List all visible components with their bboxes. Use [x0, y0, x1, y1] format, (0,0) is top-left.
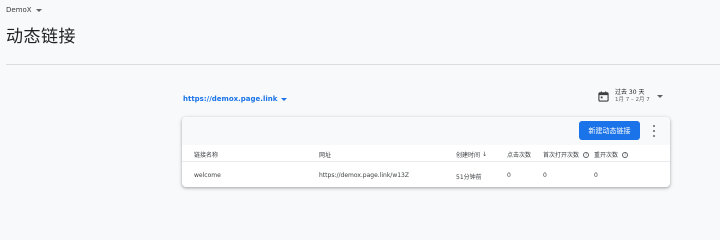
- new-dynamic-link-button[interactable]: 新建动态链接: [579, 121, 640, 140]
- project-name: DemoX: [6, 6, 32, 14]
- chevron-down-icon: [281, 97, 288, 101]
- page-title: 动态链接: [6, 27, 76, 47]
- domain-select[interactable]: https://demox.page.link: [183, 95, 288, 103]
- cell-first-opens: 0: [543, 172, 547, 179]
- column-header-clicks: 点击次数: [507, 150, 531, 159]
- date-range-label: 过去 30 天: [615, 89, 645, 96]
- date-range-text: 过去 30 天 1月 7 – 2月 7: [615, 89, 650, 104]
- column-header-label: 点击次数: [507, 152, 532, 159]
- column-header-created[interactable]: 创建时间 ↓: [456, 150, 487, 159]
- column-header-label: 首次打开次数: [543, 152, 580, 159]
- help-icon[interactable]: ?: [622, 151, 629, 158]
- column-header-first-opens: 首次打开次数 ?: [543, 150, 590, 159]
- column-header-url: 网址: [319, 150, 331, 159]
- domain-label: https://demox.page.link: [183, 95, 278, 103]
- header-divider: [6, 64, 720, 65]
- cell-created: 51分钟前: [456, 174, 482, 181]
- column-header-reopens: 重开次数 ?: [594, 150, 629, 159]
- cell-clicks: 0: [507, 172, 511, 179]
- column-header-label: 网址: [319, 152, 332, 159]
- column-header-label: 重开次数: [594, 152, 619, 159]
- chevron-down-icon: [656, 95, 663, 98]
- cell-reopens: 0: [594, 172, 598, 179]
- help-icon[interactable]: ?: [583, 151, 590, 158]
- cell-link-url[interactable]: https://demox.page.link/w13Z: [319, 172, 409, 179]
- more-vert-icon[interactable]: [650, 125, 658, 137]
- date-range-picker[interactable]: 过去 30 天 1月 7 – 2月 7: [598, 89, 663, 104]
- date-range-dates: 1月 7 – 2月 7: [615, 97, 650, 103]
- sort-arrow-icon: ↓: [482, 151, 488, 158]
- calendar-icon: [598, 91, 609, 102]
- links-table-card: 新建动态链接 链接名称 网址 创建时间 ↓ 点击次数 首次打开次数 ? 重开次数…: [182, 117, 670, 187]
- project-switcher[interactable]: DemoX: [6, 6, 42, 14]
- column-header-label: 链接名称: [194, 152, 219, 159]
- dropdown-caret-icon: [35, 8, 42, 12]
- cell-link-name[interactable]: welcome: [194, 172, 221, 179]
- column-header-label: 创建时间: [456, 152, 481, 159]
- column-header-name: 链接名称: [194, 150, 218, 159]
